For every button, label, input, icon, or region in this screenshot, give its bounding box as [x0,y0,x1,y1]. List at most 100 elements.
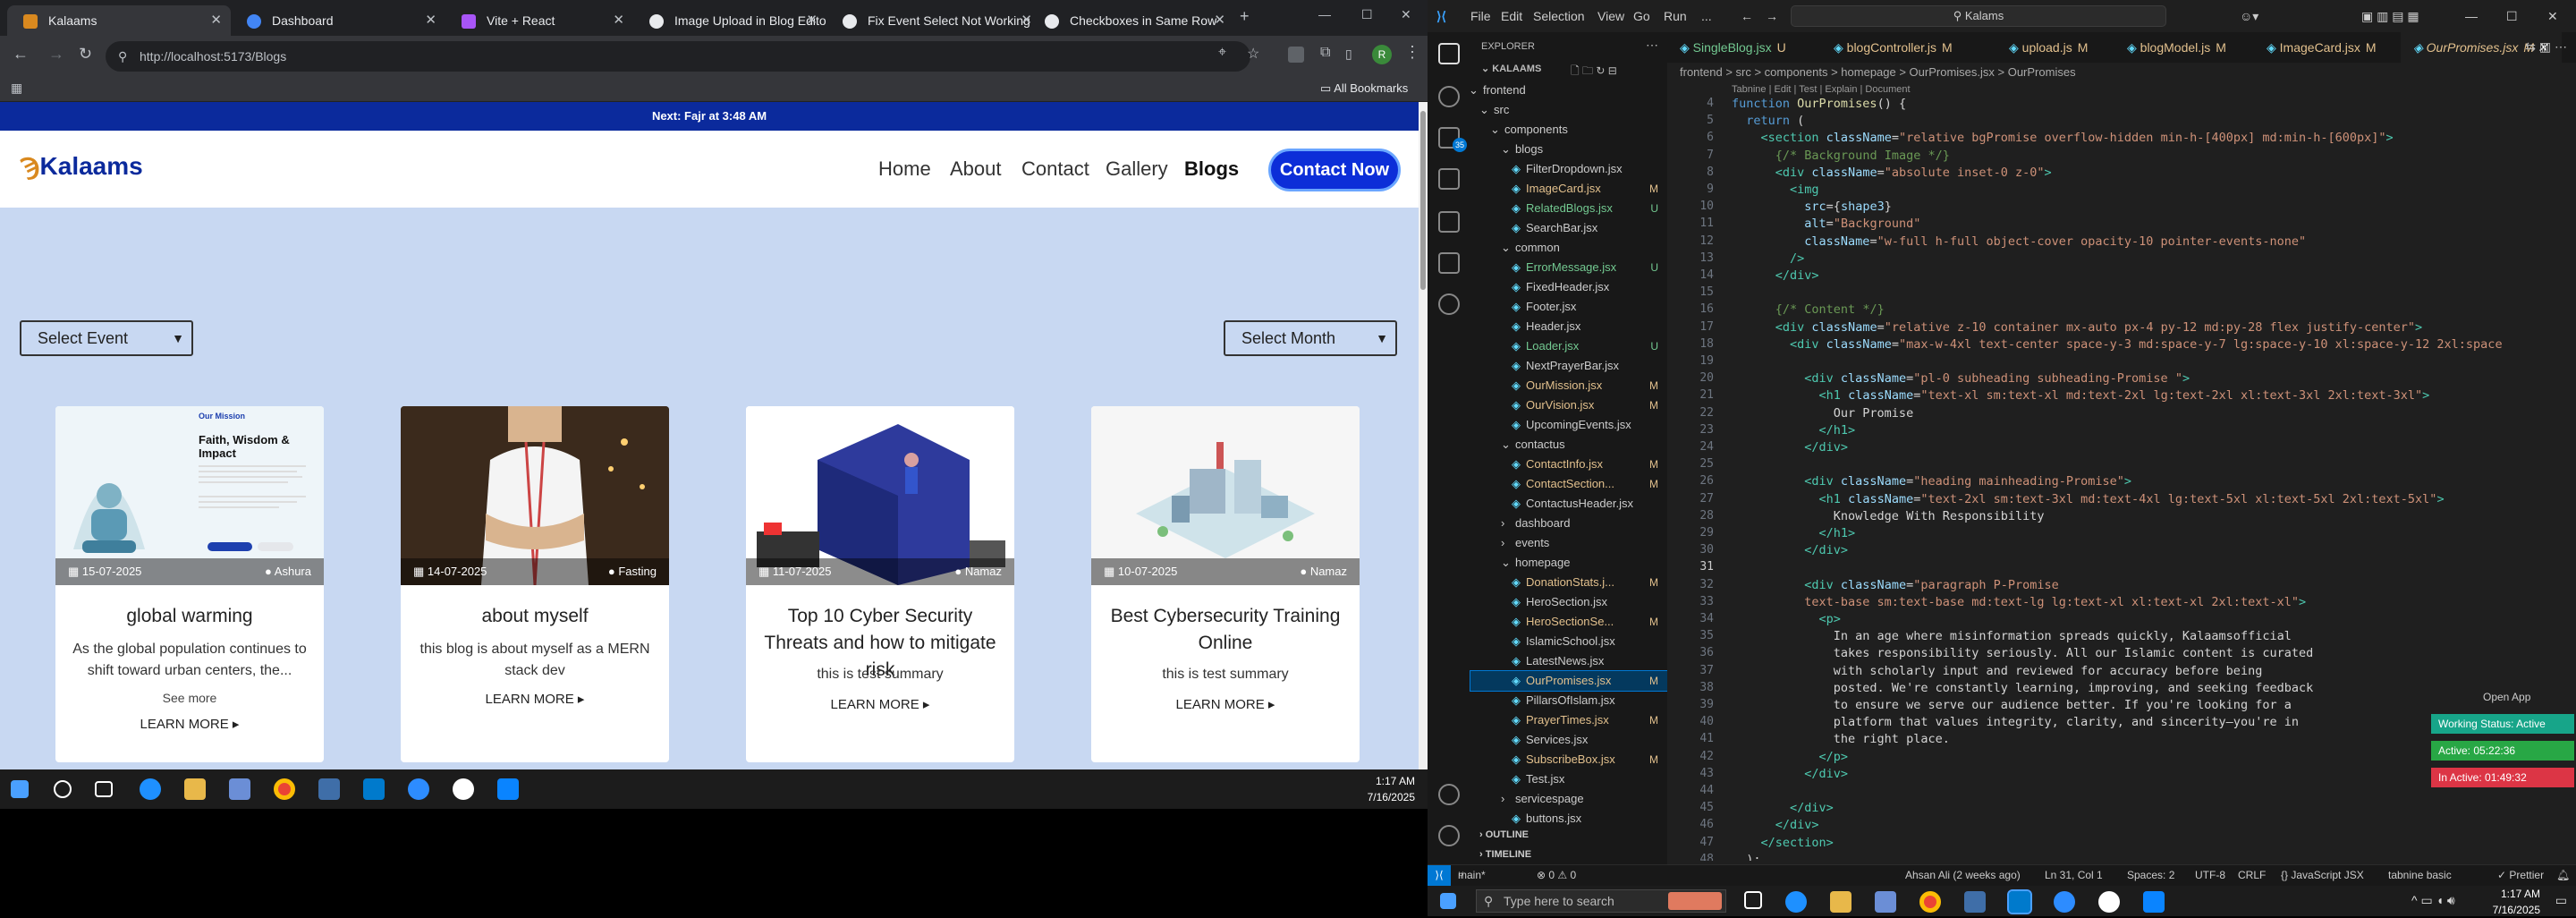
tree-item[interactable]: ◈ SubscribeBox.jsx M [1470,750,1667,769]
account-icon[interactable] [1438,784,1460,805]
select-event-dropdown[interactable]: Select Event ▼ [20,320,193,356]
copilot-icon[interactable]: ☺▾ [2240,9,2258,24]
tree-item[interactable]: ◈ Header.jsx [1470,317,1667,336]
minimize-icon[interactable]: — [1318,7,1331,21]
explorer-actions-icons[interactable]: 🗋 🗀 ↻ ⊟ [1571,63,1617,81]
site-info-icon[interactable]: ⚲ [118,41,127,72]
forward-icon[interactable]: → [48,45,64,64]
tree-item[interactable]: ◈ SearchBar.jsx [1470,218,1667,238]
tree-item[interactable]: ◈ Test.jsx [1470,769,1667,789]
tree-item[interactable]: ◈ ContactInfo.jsx M [1470,455,1667,474]
cursor-position[interactable]: Ln 31, Col 1 [2045,865,2103,885]
sidebar-icon[interactable]: ▯ [1345,47,1352,62]
prettier-status[interactable]: ✓ Prettier [2497,865,2544,885]
app-icon[interactable] [2143,891,2165,913]
tree-item[interactable]: ◈ FixedHeader.jsx [1470,277,1667,297]
app-icon[interactable] [1964,891,1986,913]
file-explorer-icon[interactable] [184,778,206,800]
contact-now-button[interactable]: Contact Now [1268,149,1401,191]
tab-kalaams[interactable]: Kalaams ✕ [7,5,231,36]
back-icon[interactable]: ← [13,45,29,64]
tree-item[interactable]: ◈ LatestNews.jsx [1470,651,1667,671]
line-ending[interactable]: CRLF [2238,865,2266,885]
editor-tab[interactable]: ◈ upload.js M [1996,32,2114,63]
tab-fix-event[interactable]: Fix Event Select Not Working ✕ [826,5,1041,36]
extension-icon[interactable] [1288,47,1304,63]
edge-icon[interactable] [1785,891,1807,913]
tree-item[interactable]: ⌄ common [1470,238,1667,258]
tree-item[interactable]: ⌄ frontend [1469,81,1667,100]
mongodb-icon[interactable] [1438,293,1460,315]
select-month-dropdown[interactable]: Select Month ▼ [1224,320,1397,356]
page-scrollbar[interactable] [1419,102,1428,769]
tree-item[interactable]: ◈ ContactSection... M [1470,474,1667,494]
profile-avatar[interactable]: R [1372,45,1392,64]
notification-icon[interactable]: ▭ [2555,893,2567,908]
app-icon[interactable] [453,778,474,800]
tab-checkboxes[interactable]: Checkboxes in Same Row ✕ [1029,5,1234,36]
clock[interactable]: 1:17 AM 7/16/2025 [2493,886,2540,918]
more-actions-icon[interactable]: ⋯ [1646,38,1658,53]
nav-gallery[interactable]: Gallery [1106,157,1168,181]
close-window-icon[interactable]: ✕ [2547,9,2558,24]
tree-item[interactable]: › servicespage [1470,789,1667,809]
menu-view[interactable]: View [1597,9,1624,23]
clock[interactable]: 1:17 AM 7/16/2025 [1368,773,1415,805]
close-tab-icon[interactable]: ✕ [613,5,624,36]
apps-grid-icon[interactable]: ▦ [11,81,22,96]
learn-more-link[interactable]: LEARN MORE ▸ [1091,696,1360,712]
taskbar-search-input[interactable]: ⚲ Type here to search [1476,889,1726,913]
learn-more-link[interactable]: LEARN MORE ▸ [55,716,324,732]
vscode-icon[interactable] [363,778,385,800]
notifications-bell-icon[interactable]: 🔔︎ [2556,865,2570,885]
tree-item[interactable]: ◈ RelatedBlogs.jsx U [1470,199,1667,218]
nav-blogs[interactable]: Blogs [1184,157,1239,181]
tab-dashboard[interactable]: Dashboard ✕ [231,5,445,36]
close-tab-icon[interactable]: ✕ [425,5,436,36]
tree-item[interactable]: ◈ Services.jsx [1470,730,1667,750]
git-blame[interactable]: Ahsan Ali (2 weeks ago) [1905,865,2021,885]
editor-actions-icons[interactable]: ⇆ ▥ ⋯ [2525,39,2567,55]
menu-more[interactable]: ... [1701,9,1712,23]
menu-file[interactable]: File [1470,9,1491,23]
breadcrumb[interactable]: frontend > src > components > homepage >… [1667,63,2576,82]
close-tab-icon[interactable]: ✕ [210,5,222,36]
tabnine-status[interactable]: tabnine basic [2388,865,2452,885]
editor-tab[interactable]: ◈ ImageCard.jsx M [2254,32,2401,63]
tree-item[interactable]: ◈ IslamicSchool.jsx [1470,632,1667,651]
run-debug-icon[interactable] [1438,168,1460,190]
site-logo[interactable]: ϠKalaams [20,152,143,181]
tree-item[interactable]: ◈ OurMission.jsx M [1470,376,1667,395]
maximize-icon[interactable]: ☐ [1361,7,1373,22]
extensions-puzzle-icon[interactable]: ⧉ [1320,45,1330,61]
explorer-icon[interactable] [1438,43,1460,64]
zoom-icon[interactable] [408,778,429,800]
learn-more-link[interactable]: LEARN MORE ▸ [401,691,669,707]
tree-item[interactable]: ⌄ components [1470,120,1667,140]
codelens[interactable]: Tabnine | Edit | Test | Explain | Docume… [1732,84,1911,95]
tree-item[interactable]: ◈ ContactusHeader.jsx [1470,494,1667,514]
timeline-section[interactable]: › TIMELINE [1470,845,1667,864]
nav-home[interactable]: Home [878,157,931,181]
task-view-icon[interactable] [95,781,113,797]
workspace-name[interactable]: ⌄ KALAAMS [1481,63,1541,74]
minimize-icon[interactable]: — [2465,9,2478,23]
tree-item[interactable]: ◈ PrayerTimes.jsx M [1470,710,1667,730]
zoom-icon[interactable] [2054,891,2075,913]
app-icon[interactable] [2098,891,2120,913]
system-tray-icons[interactable]: ^ ▭ ◖ 🔊︎ [2411,893,2455,908]
tree-item[interactable]: ◈ DonationStats.j... M [1470,573,1667,592]
scrollbar-thumb[interactable] [1420,111,1426,290]
close-tab-icon[interactable]: ✕ [1214,5,1225,36]
nav-contact[interactable]: Contact [1021,157,1089,181]
tree-item[interactable]: ◈ UpcomingEvents.jsx [1470,415,1667,435]
windows-start-icon[interactable] [1440,893,1456,909]
tree-item[interactable]: › dashboard [1470,514,1667,533]
menu-run[interactable]: Run [1664,9,1687,23]
command-center-search[interactable]: ⚲ Kalams [1791,5,2166,27]
tree-item[interactable]: ⌄ blogs [1470,140,1667,159]
tree-item[interactable]: ◈ Footer.jsx [1470,297,1667,317]
encoding[interactable]: UTF-8 [2195,865,2225,885]
learn-more-link[interactable]: LEARN MORE ▸ [746,696,1014,712]
tree-item[interactable]: ◈ OurVision.jsx M [1470,395,1667,415]
